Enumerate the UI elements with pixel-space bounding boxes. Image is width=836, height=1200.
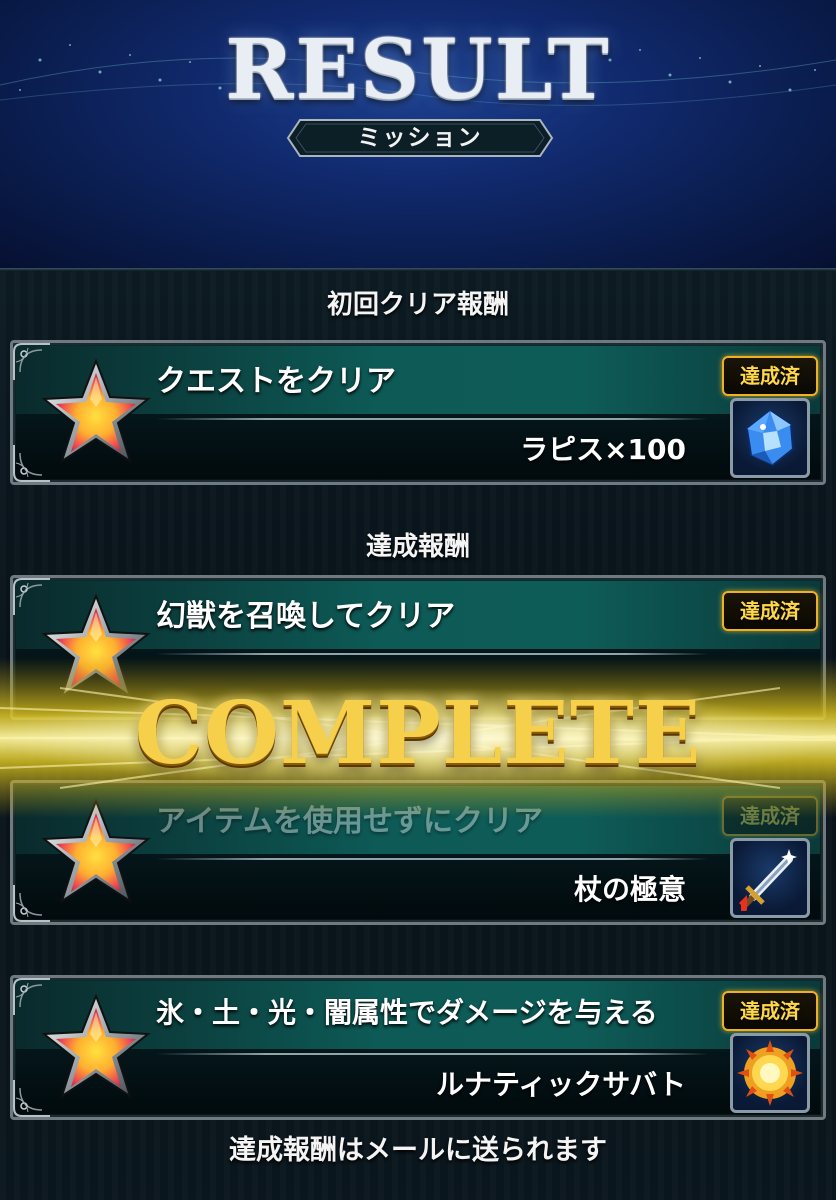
mission-title: 幻獣を召喚してクリア [156,599,456,634]
completed-badge: 達成済 [722,591,818,631]
star-icon [40,992,152,1104]
mode-plate: ミッション [286,118,554,158]
reward-name: ルナティックサバト [435,1068,686,1101]
reward-name: 杖の極意 [573,873,686,906]
result-title: RESULT [225,22,611,118]
sword-ability-icon [730,838,810,918]
mission-title: 氷・土・光・闇属性でダメージを与える [156,996,658,1029]
completed-badge: 達成済 [722,991,818,1031]
lapis-crystal-icon [730,398,810,478]
star-icon [40,357,152,469]
achievement-reward-label: 達成報酬 [365,532,470,562]
reward-name: ラピス×100 [520,433,686,466]
complete-banner: COMPLETE [134,683,702,784]
result-header: RESULT ミッション [0,0,836,270]
divider-line [156,858,708,860]
mode-label: ミッション [357,125,483,151]
mission-card: クエストをクリア ラピス×100 達成済 [10,340,826,485]
mission-card: 氷・土・光・闇属性でダメージを与える ルナティックサバト 達成済 [10,975,826,1120]
mail-notice: 達成報酬はメールに送られます [229,1135,607,1166]
explosion-ability-icon [730,1033,810,1113]
divider-line [156,1053,708,1055]
divider-line [156,418,708,420]
mission-title: クエストをクリア [156,364,396,399]
first-clear-reward-label: 初回クリア報酬 [326,290,509,320]
completed-badge: 達成済 [722,356,818,396]
